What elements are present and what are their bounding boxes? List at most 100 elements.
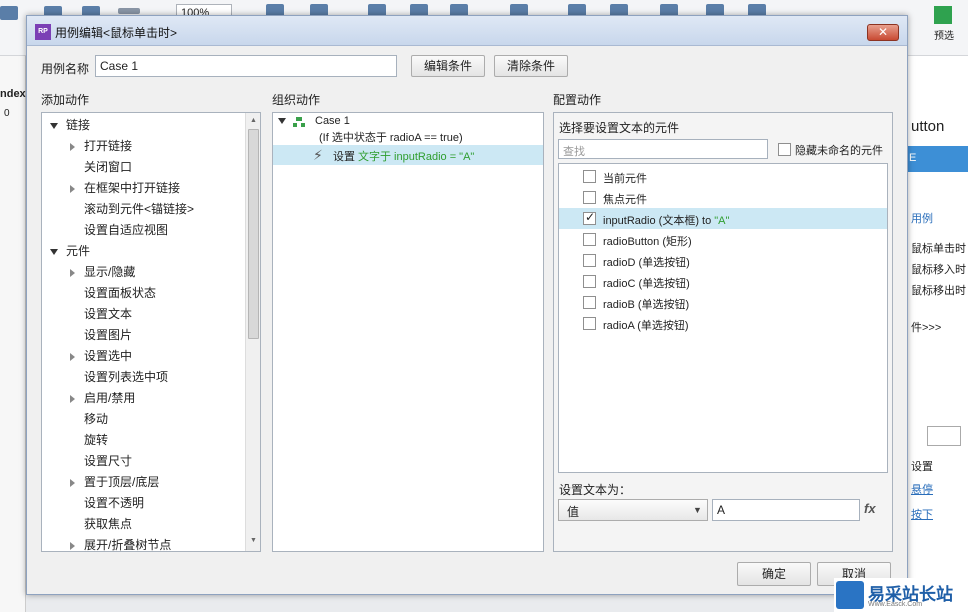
widget-list: 当前元件焦点元件 inputRadio (文本框) to "A" radioButt… <box>558 163 888 473</box>
search-input[interactable]: 查找 <box>558 139 768 159</box>
action-tree-item[interactable]: 在框架中打开链接 <box>42 178 242 199</box>
action-tree-item-label: 设置不透明 <box>84 496 145 510</box>
preview-icon[interactable] <box>934 6 952 24</box>
text-value-input[interactable]: A <box>712 499 860 521</box>
action-tree-item[interactable]: 移动 <box>42 409 242 430</box>
case-editor-dialog: RP 用例编辑<鼠标单击时> ✕ 用例名称 Case 1 编辑条件 清除条件 添… <box>26 15 908 595</box>
action-tree-item-label: 置于顶层/底层 <box>84 475 160 489</box>
action-tree-item[interactable]: 滚动到元件<锚链接> <box>42 199 242 220</box>
inspector-tab[interactable]: E <box>907 146 968 172</box>
widget-name-text: radioButton (矩形) <box>603 236 692 248</box>
action-tree-item[interactable]: 设置选中 <box>42 346 242 367</box>
widget-checkbox[interactable] <box>583 170 596 183</box>
close-icon[interactable]: ✕ <box>867 24 899 41</box>
widget-row[interactable]: radioC (单选按钮) <box>559 271 887 292</box>
widget-name: inputRadio (文本框) to "A" <box>603 212 729 228</box>
action-tree-item[interactable]: 设置列表选中项 <box>42 367 242 388</box>
widget-name-text: inputRadio (文本框) to <box>603 215 715 227</box>
hide-unnamed-checkbox[interactable] <box>778 143 791 156</box>
collapsed-triangle-icon[interactable] <box>70 143 75 151</box>
action-tree-item-label: 展开/折叠树节点 <box>84 538 172 552</box>
action-tree-item-label: 链接 <box>66 118 91 132</box>
inspector-event-leave[interactable]: 鼠标移出时 <box>911 282 966 298</box>
action-tree-item[interactable]: 获取焦点 <box>42 514 242 535</box>
collapsed-triangle-icon[interactable] <box>70 269 75 277</box>
clear-condition-button[interactable]: 清除条件 <box>494 55 568 77</box>
action-tree-item[interactable]: 启用/禁用 <box>42 388 242 409</box>
add-actions-scrollbar[interactable]: ▲ ▼ <box>245 113 260 551</box>
fill-color-picker[interactable] <box>927 426 961 446</box>
inspector-usecase-link[interactable]: 用例 <box>911 210 933 226</box>
expanded-triangle-icon[interactable] <box>50 249 58 255</box>
collapsed-triangle-icon[interactable] <box>70 395 75 403</box>
action-tree-item[interactable]: 设置文本 <box>42 304 242 325</box>
case-name-label: 用例名称 <box>41 62 90 76</box>
action-tree-item-label: 设置自适应视图 <box>84 223 169 237</box>
collapsed-triangle-icon[interactable] <box>70 185 75 193</box>
widget-checkbox[interactable] <box>583 210 596 225</box>
action-tree-item[interactable]: 旋转 <box>42 430 242 451</box>
collapsed-triangle-icon[interactable] <box>70 542 75 550</box>
case-name-input[interactable]: Case 1 <box>95 55 397 77</box>
value-type-selected: 值 <box>567 505 580 519</box>
expanded-triangle-icon[interactable] <box>50 123 58 129</box>
action-tree-item-label: 设置尺寸 <box>84 454 133 468</box>
widget-row[interactable]: radioB (单选按钮) <box>559 292 887 313</box>
widget-checkbox[interactable] <box>583 317 596 330</box>
widget-row[interactable]: radioD (单选按钮) <box>559 250 887 271</box>
scroll-thumb[interactable] <box>248 129 259 339</box>
widget-row[interactable]: 当前元件 <box>559 166 887 187</box>
expand-icon[interactable] <box>278 118 286 124</box>
dialog-titlebar: RP 用例编辑<鼠标单击时> ✕ <box>27 16 907 46</box>
widget-checkbox[interactable] <box>583 233 596 246</box>
action-tree-item[interactable]: 显示/隐藏 <box>42 262 242 283</box>
action-tree-item[interactable]: 元件 <box>42 241 242 262</box>
action-tree-item[interactable]: 设置不透明 <box>42 493 242 514</box>
ok-button[interactable]: 确定 <box>737 562 811 586</box>
action-prefix: 设置 <box>333 151 355 163</box>
case-label[interactable]: Case 1 <box>315 115 350 127</box>
action-tree-item[interactable]: 设置图片 <box>42 325 242 346</box>
value-type-select[interactable]: 值 ▼ <box>558 499 708 521</box>
action-tree-item[interactable]: 设置自适应视图 <box>42 220 242 241</box>
action-tree-item-label: 元件 <box>66 244 91 258</box>
action-tree-item[interactable]: 设置面板状态 <box>42 283 242 304</box>
action-tree-item[interactable]: 置于顶层/底层 <box>42 472 242 493</box>
action-tree-item[interactable]: 打开链接 <box>42 136 242 157</box>
action-tree-item[interactable]: 设置尺寸 <box>42 451 242 472</box>
widget-row[interactable]: radioButton (矩形) <box>559 229 887 250</box>
collapsed-triangle-icon[interactable] <box>70 479 75 487</box>
action-tree-item[interactable]: 链接 <box>42 115 242 136</box>
toolbar-select-icon[interactable] <box>0 6 18 20</box>
scroll-down-icon[interactable]: ▼ <box>250 537 257 544</box>
action-tree-item[interactable]: 展开/折叠树节点 <box>42 535 242 552</box>
case-tree-icon <box>293 117 305 127</box>
inspector-pressed-link[interactable]: 按下 <box>911 506 933 522</box>
action-tree-item-label: 设置图片 <box>84 328 133 342</box>
toolbar-more-icon[interactable] <box>118 8 140 14</box>
scroll-up-icon[interactable]: ▲ <box>250 117 257 124</box>
action-tree-item[interactable]: 关闭窗口 <box>42 157 242 178</box>
inspector-event-enter[interactable]: 鼠标移入时 <box>911 261 966 277</box>
collapsed-triangle-icon[interactable] <box>70 353 75 361</box>
widget-name: radioA (单选按钮) <box>603 317 689 333</box>
inspector-hover-link[interactable]: 悬停 <box>911 481 933 497</box>
action-tree-item-label: 获取焦点 <box>84 517 133 531</box>
widget-checkbox[interactable] <box>583 296 596 309</box>
widget-name-text: radioD (单选按钮) <box>603 257 690 269</box>
chevron-down-icon: ▼ <box>693 505 702 515</box>
widget-checkbox[interactable] <box>583 191 596 204</box>
widget-row[interactable]: radioA (单选按钮) <box>559 313 887 334</box>
organize-actions-header: 组织动作 <box>272 93 321 107</box>
action-tree-item-label: 设置选中 <box>84 349 133 363</box>
edit-condition-button[interactable]: 编辑条件 <box>411 55 485 77</box>
widget-checkbox[interactable] <box>583 254 596 267</box>
preview-label: 预选 <box>934 31 954 42</box>
widget-row[interactable]: 焦点元件 <box>559 187 887 208</box>
inspector-more-link[interactable]: 件>>> <box>911 319 941 335</box>
action-row[interactable]: ⚡ 设置 文字于 inputRadio = "A" <box>273 145 543 165</box>
fx-icon[interactable]: fx <box>864 501 876 516</box>
widget-checkbox[interactable] <box>583 275 596 288</box>
widget-row[interactable]: inputRadio (文本框) to "A" <box>559 208 887 229</box>
inspector-event-click[interactable]: 鼠标单击时 <box>911 240 966 256</box>
